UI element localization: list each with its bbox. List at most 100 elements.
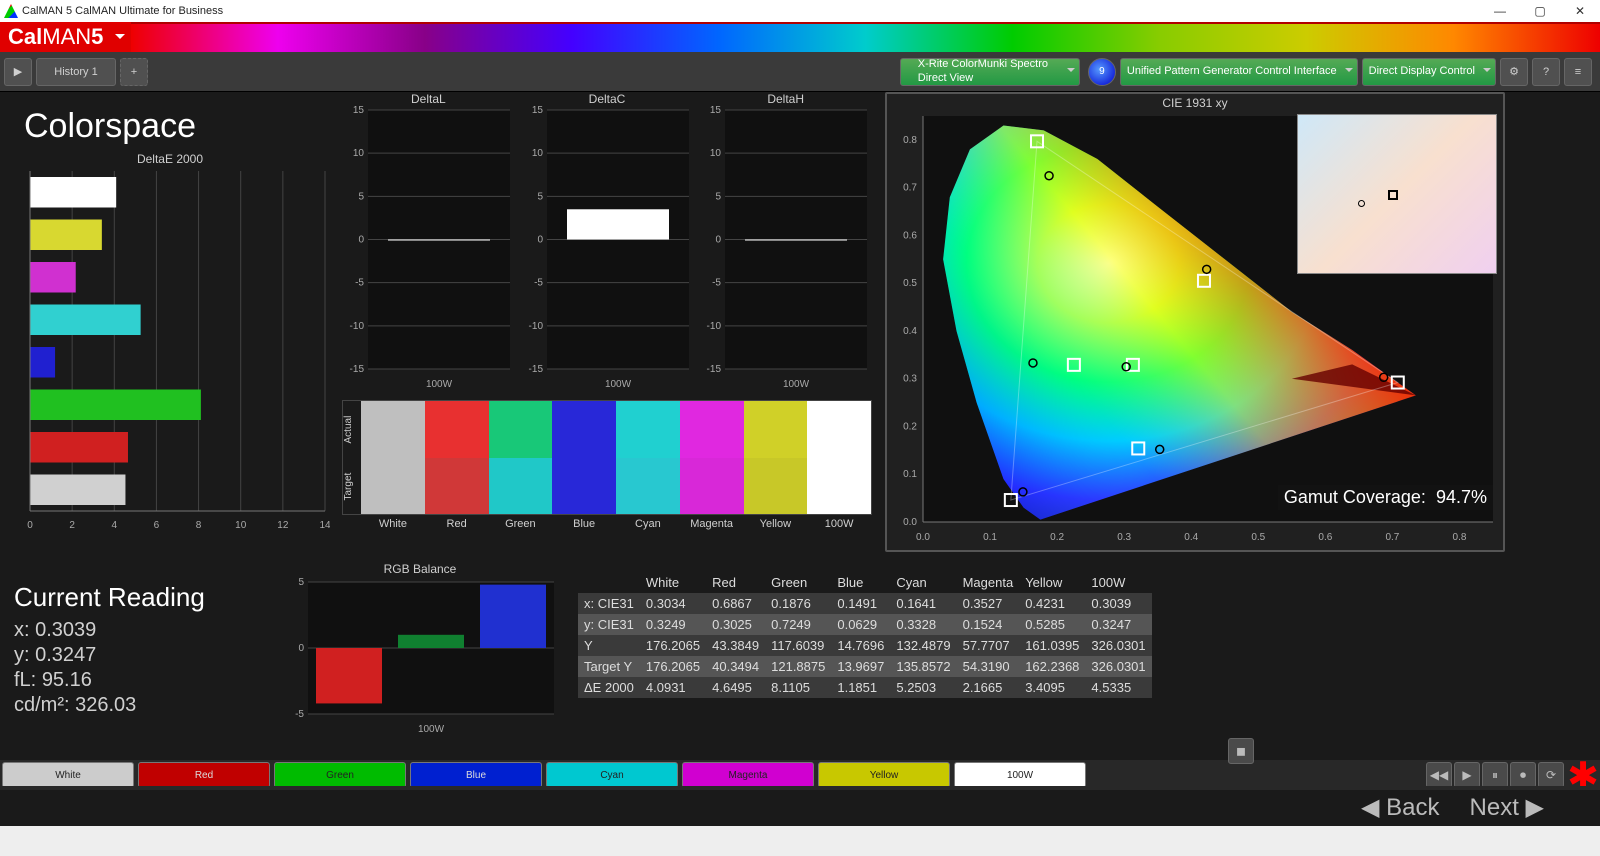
rainbow-strip	[131, 22, 1600, 52]
nav-back-button[interactable]: ▶	[4, 58, 32, 86]
playback-controls: ◀◀ ▶ ⏸ ⏺ ⟳	[1426, 762, 1564, 788]
svg-text:0.8: 0.8	[903, 135, 917, 146]
swatch-actual-label: Actual	[343, 401, 361, 458]
window-minimize-button[interactable]: —	[1480, 0, 1520, 22]
swatch-yellow: Yellow	[744, 401, 808, 514]
more-button[interactable]: ≡	[1564, 58, 1592, 86]
toolbar: ▶ History 1 + X-Rite ColorMunki Spectro …	[0, 52, 1600, 92]
svg-text:10: 10	[710, 148, 722, 159]
stimulus-blue[interactable]: Blue	[410, 762, 542, 788]
swatch-blue: Blue	[552, 401, 616, 514]
display-dropdown[interactable]: Direct Display Control	[1362, 58, 1496, 86]
svg-text:-10: -10	[707, 321, 722, 332]
prev-button[interactable]: ◀◀	[1426, 762, 1452, 788]
current-y: y: 0.3247	[14, 644, 205, 667]
svg-text:-5: -5	[712, 278, 721, 289]
preview-measured-marker	[1358, 200, 1365, 207]
svg-text:2: 2	[69, 520, 75, 531]
stimulus-green[interactable]: Green	[274, 762, 406, 788]
deltah-title: DeltaH	[699, 92, 872, 106]
svg-text:0.3: 0.3	[903, 374, 917, 385]
nav-buttons: ◀ Back Next ▶	[1361, 793, 1544, 822]
window-maximize-button[interactable]: ▢	[1520, 0, 1560, 22]
app-canvas: Colorspace DeltaE 2000 02468101214 Delta…	[0, 92, 1600, 826]
swatch-white: White	[361, 401, 425, 514]
stop-button[interactable]: ◼	[1228, 738, 1254, 764]
svg-text:12: 12	[277, 520, 289, 531]
cie-chart: CIE 1931 xy 0.00.00.10.10.20.20.30.30.40…	[885, 92, 1505, 552]
source-dropdown[interactable]: Unified Pattern Generator Control Interf…	[1120, 58, 1358, 86]
gear-icon: ⚙	[1509, 65, 1519, 78]
svg-text:0.2: 0.2	[1050, 532, 1064, 543]
meter-count-badge[interactable]: 9	[1088, 58, 1116, 86]
svg-text:0.3: 0.3	[1117, 532, 1131, 543]
svg-text:0.8: 0.8	[1453, 532, 1467, 543]
stimulus-100w[interactable]: 100W	[954, 762, 1086, 788]
svg-text:0.0: 0.0	[916, 532, 930, 543]
svg-text:0.7: 0.7	[1385, 532, 1399, 543]
svg-text:-5: -5	[295, 709, 304, 720]
swatch-target-label: Target	[343, 458, 361, 515]
svg-text:15: 15	[353, 106, 365, 116]
svg-text:0.7: 0.7	[903, 183, 917, 194]
svg-text:5: 5	[537, 191, 543, 202]
meter-dropdown[interactable]: X-Rite ColorMunki Spectro Direct View	[900, 58, 1080, 86]
play-button[interactable]: ▶	[1454, 762, 1480, 788]
svg-text:0.4: 0.4	[903, 326, 917, 337]
swatch-magenta: Magenta	[680, 401, 744, 514]
svg-text:-10: -10	[350, 321, 365, 332]
rgb-balance-title: RGB Balance	[280, 562, 560, 576]
svg-text:0.0: 0.0	[903, 517, 917, 528]
window-close-button[interactable]: ✕	[1560, 0, 1600, 22]
current-cd: cd/m²: 326.03	[14, 694, 205, 717]
loop-button[interactable]: ⟳	[1538, 762, 1564, 788]
stimulus-cyan[interactable]: Cyan	[546, 762, 678, 788]
svg-text:0: 0	[716, 235, 722, 246]
current-fl: fL: 95.16	[14, 669, 205, 692]
svg-text:-15: -15	[707, 364, 722, 375]
svg-text:0: 0	[27, 520, 33, 531]
cie-preview	[1297, 114, 1497, 274]
pause-button[interactable]: ⏸	[1482, 762, 1508, 788]
svg-text:5: 5	[716, 191, 722, 202]
delta-small-charts: DeltaL-15-10-5051015100W DeltaC-15-10-50…	[342, 92, 872, 392]
back-button[interactable]: ◀ Back	[1361, 793, 1439, 822]
stimulus-magenta[interactable]: Magenta	[682, 762, 814, 788]
brand-menu-button[interactable]	[109, 22, 131, 52]
svg-text:5: 5	[298, 577, 304, 588]
add-tab-button[interactable]: +	[120, 58, 148, 86]
deltac-title: DeltaC	[521, 92, 694, 106]
deltal-title: DeltaL	[342, 92, 515, 106]
next-button[interactable]: Next ▶	[1470, 793, 1544, 822]
svg-text:8: 8	[196, 520, 202, 531]
stimulus-yellow[interactable]: Yellow	[818, 762, 950, 788]
svg-text:0: 0	[298, 643, 304, 654]
swatch-green: Green	[489, 401, 553, 514]
help-icon: ?	[1543, 66, 1549, 78]
svg-text:0.6: 0.6	[903, 230, 917, 241]
svg-text:5: 5	[358, 191, 364, 202]
svg-text:0.5: 0.5	[903, 278, 917, 289]
svg-text:14: 14	[319, 520, 330, 531]
svg-text:15: 15	[532, 106, 544, 116]
menu-icon: ≡	[1575, 66, 1581, 78]
record-button[interactable]: ⏺	[1510, 762, 1536, 788]
stimulus-red[interactable]: Red	[138, 762, 270, 788]
stimulus-white[interactable]: White	[2, 762, 134, 788]
rgb-balance-chart: RGB Balance -505100W	[280, 562, 560, 742]
svg-text:100W: 100W	[605, 379, 632, 390]
svg-text:0: 0	[537, 235, 543, 246]
brand-name: CalMAN5	[0, 22, 109, 52]
page-title: Colorspace	[24, 107, 196, 146]
svg-text:4: 4	[112, 520, 118, 531]
deltae-title: DeltaE 2000	[10, 152, 330, 166]
help-button[interactable]: ?	[1532, 58, 1560, 86]
current-x: x: 0.3039	[14, 619, 205, 642]
window-title: CalMAN 5 CalMAN Ultimate for Business	[22, 5, 223, 17]
history-tab[interactable]: History 1	[36, 58, 116, 86]
swatch-panel: ActualTarget WhiteRedGreenBlueCyanMagent…	[342, 400, 872, 515]
swatch-red: Red	[425, 401, 489, 514]
settings-button[interactable]: ⚙	[1500, 58, 1528, 86]
svg-text:0.6: 0.6	[1318, 532, 1332, 543]
svg-text:0.2: 0.2	[903, 421, 917, 432]
